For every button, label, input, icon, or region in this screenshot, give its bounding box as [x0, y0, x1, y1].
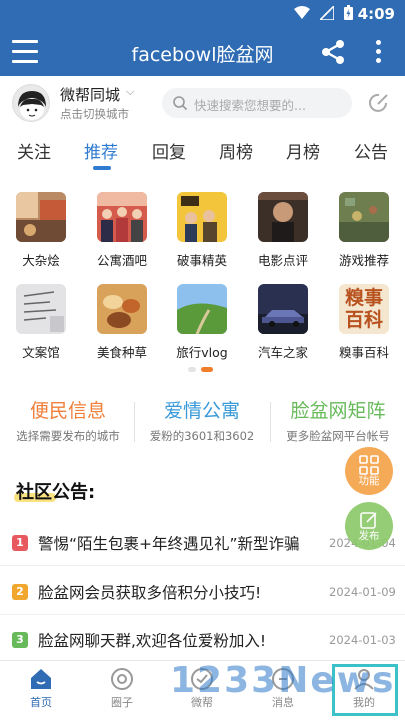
grid-item-qiushi[interactable]: 糗事百科 糗事百科	[334, 284, 394, 361]
promo-local-info[interactable]: 便民信息 选择需要发布的城市	[6, 396, 130, 444]
page-dot[interactable]	[188, 367, 196, 372]
tab-recommend[interactable]: 推荐	[84, 138, 118, 163]
divider	[134, 402, 135, 442]
grid-item-food[interactable]: 美食种草	[92, 284, 152, 361]
circle-icon	[111, 668, 133, 690]
thumbnail	[97, 192, 147, 242]
promo-subtitle: 爱粉的3601和3602	[149, 429, 255, 443]
edit-icon[interactable]	[367, 91, 391, 115]
nav-label: 圈子	[111, 696, 133, 709]
notice-date: 2024-01-09	[329, 585, 396, 599]
features-button[interactable]: 功能	[345, 447, 393, 495]
watermark: 1233News	[170, 660, 396, 701]
grid-item-apartment-bar[interactable]: 公寓酒吧	[92, 192, 152, 269]
search-input[interactable]: 快速搜索您想要的...	[162, 88, 352, 118]
promo-title: 便民信息	[29, 400, 106, 422]
grid-item-copywriting[interactable]: 文案馆	[11, 284, 71, 361]
notice-number: 2	[12, 584, 28, 600]
nav-label: 首页	[30, 696, 52, 709]
grid-item-game-picks[interactable]: 游戏推荐	[334, 192, 394, 269]
grid-item-elites[interactable]: 破事精英	[172, 192, 232, 269]
grid-item-label: 公寓酒吧	[96, 253, 147, 268]
thumbnail	[177, 192, 227, 242]
thumbnail: 糗事百科	[339, 284, 389, 334]
grid-item-label: 糗事百科	[338, 345, 389, 360]
tab-weekly[interactable]: 周榜	[219, 138, 253, 163]
promo-row: 便民信息 选择需要发布的城市 爱情公寓 爱粉的3601和3602 脸盆网矩阵 更…	[0, 396, 405, 448]
user-row: 微帮同城 ⌵ 点击切换城市 快速搜索您想要的...	[0, 76, 405, 130]
promo-matrix[interactable]: 脸盆网矩阵 更多脸盆网平台帐号	[275, 396, 401, 444]
grid-item-label: 大杂烩	[22, 253, 60, 268]
thumbnail	[258, 192, 308, 242]
nav-home[interactable]: 首页	[11, 667, 71, 710]
grid-icon	[359, 455, 379, 475]
city-switch-hint[interactable]: 点击切换城市	[60, 106, 129, 122]
promo-title: 脸盆网矩阵	[290, 400, 386, 422]
grid-item-auto-home[interactable]: 汽车之家	[253, 284, 313, 361]
section-title: 社区公告:	[16, 482, 96, 503]
grid-item-label: 游戏推荐	[338, 253, 389, 268]
promo-subtitle: 选择需要发布的城市	[16, 429, 120, 443]
notice-number: 1	[12, 535, 28, 551]
tab-announcements[interactable]: 公告	[354, 138, 388, 163]
signal-icon	[320, 5, 334, 20]
wifi-icon	[294, 5, 310, 19]
status-icons	[294, 5, 353, 20]
city-name[interactable]: 微帮同城	[60, 84, 120, 105]
thumbnail	[16, 192, 66, 242]
divider	[270, 402, 271, 442]
promo-title: 爱情公寓	[163, 400, 240, 422]
home-icon	[31, 669, 51, 689]
share-icon[interactable]	[320, 38, 346, 66]
compose-icon	[360, 512, 377, 529]
notice-text: 脸盆网聊天群,欢迎各位爱粉加入!	[38, 632, 267, 650]
tab-replies[interactable]: 回复	[152, 138, 186, 163]
tab-follow[interactable]: 关注	[17, 138, 51, 163]
search-icon	[173, 96, 188, 111]
notice-text: 警惕“陌生包裹+年终遇见礼”新型诈骗	[38, 535, 300, 553]
grid-item-travel-vlog[interactable]: 旅行vlog	[172, 284, 232, 361]
grid-item-label: 破事精英	[176, 253, 227, 268]
thumbnail	[97, 284, 147, 334]
thumbnail	[177, 284, 227, 334]
notice-date: 2024-01-03	[329, 633, 396, 647]
avatar[interactable]	[12, 84, 50, 122]
more-icon[interactable]	[374, 40, 382, 64]
promo-subtitle: 更多脸盆网平台帐号	[286, 429, 390, 443]
page-indicator	[188, 367, 228, 373]
grid-item-label: 电影点评	[257, 253, 308, 268]
search-placeholder: 快速搜索您想要的...	[194, 98, 306, 113]
tab-active-indicator	[93, 166, 111, 170]
thumbnail	[258, 284, 308, 334]
fab-label: 发布	[358, 530, 380, 542]
promo-love-apartment[interactable]: 爱情公寓 爱粉的3601和3602	[140, 396, 264, 444]
grid-item-movie-review[interactable]: 电影点评	[253, 192, 313, 269]
publish-button[interactable]: 发布	[345, 502, 393, 550]
page-dot-active[interactable]	[201, 367, 213, 372]
notice-item[interactable]: 2 脸盆网会员获取多倍积分小技巧! 2024-01-09	[0, 569, 405, 615]
category-tabs: 关注 推荐 回复 周榜 月榜 公告	[0, 130, 405, 174]
grid-item-label: 美食种草	[96, 345, 147, 360]
notice-text: 脸盆网会员获取多倍积分小技巧!	[38, 584, 262, 602]
battery-icon	[344, 5, 353, 20]
status-bar: 4:09	[0, 0, 405, 28]
nav-circle[interactable]: 圈子	[92, 667, 152, 710]
tab-monthly[interactable]: 月榜	[286, 138, 320, 163]
status-time: 4:09	[357, 5, 395, 23]
fab-label: 功能	[358, 475, 380, 487]
notice-number: 3	[12, 632, 28, 648]
thumbnail	[16, 284, 66, 334]
app-bar: facebowl脸盆网	[0, 28, 405, 76]
thumbnail	[339, 192, 389, 242]
grid-item-label: 文案馆	[22, 345, 60, 360]
chevron-down-icon[interactable]: ⌵	[126, 85, 134, 99]
thumbnail-logo-text: 糗事百科	[344, 287, 383, 331]
grid-item-label: 汽车之家	[257, 345, 308, 360]
grid-item-dazahui[interactable]: 大杂烩	[11, 192, 71, 269]
grid-item-label: 旅行vlog	[176, 345, 228, 360]
notice-item[interactable]: 3 脸盆网聊天群,欢迎各位爱粉加入! 2024-01-03	[0, 617, 405, 663]
